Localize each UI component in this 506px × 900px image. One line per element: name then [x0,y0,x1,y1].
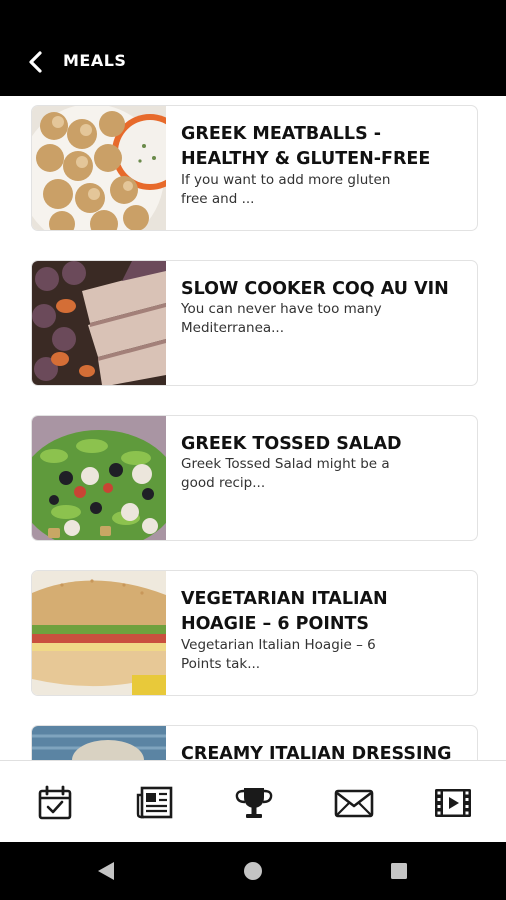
meal-thumbnail [32,571,166,695]
meal-card[interactable]: CREAMY ITALIAN DRESSING [31,725,478,760]
meal-title: CREAMY ITALIAN DRESSING [181,744,452,760]
meal-title: GREEK TOSSED SALAD [181,434,402,454]
system-navigation-bar [0,842,506,900]
home-circle-icon [244,862,262,880]
nav-calendar-button[interactable] [35,783,75,823]
meal-card[interactable]: VEGETARIAN ITALIAN HOAGIE – 6 POINTS Veg… [31,570,478,696]
bottom-navigation [0,760,506,842]
meal-thumbnail [32,261,166,385]
back-button[interactable] [20,44,50,80]
meal-card[interactable]: SLOW COOKER COQ AU VIN You can never hav… [31,260,478,386]
meal-thumbnail [32,726,166,760]
meal-description: If you want to add more gluten free and … [181,172,391,207]
meal-card[interactable]: GREEK TOSSED SALAD Greek Tossed Salad mi… [31,415,478,541]
calendar-check-icon [38,785,72,820]
system-home-button[interactable] [240,858,266,884]
meal-title: SLOW COOKER COQ AU VIN [181,279,449,299]
recents-square-icon [391,863,407,879]
meal-card[interactable]: GREEK MEATBALLS - HEALTHY & GLUTEN-FREE … [31,105,478,231]
envelope-icon [334,789,374,818]
meal-title: VEGETARIAN ITALIAN HOAGIE – 6 POINTS [181,589,388,634]
meal-title: GREEK MEATBALLS - HEALTHY & GLUTEN-FREE [181,124,431,169]
meal-list[interactable]: GREEK MEATBALLS - HEALTHY & GLUTEN-FREE … [0,96,506,760]
app-bar: MEALS [0,0,506,96]
meal-description: You can never have too many Mediterranea… [181,301,382,336]
back-triangle-icon [98,862,114,880]
chevron-left-icon [29,51,42,73]
newspaper-icon [136,786,173,819]
trophy-icon [235,788,273,818]
nav-videos-button[interactable] [433,783,473,823]
nav-news-button[interactable] [135,783,175,823]
meal-description: Greek Tossed Salad might be a good recip… [181,456,390,491]
meal-description: Vegetarian Italian Hoagie – 6 Points tak… [181,637,376,672]
page-title: MEALS [63,51,127,70]
nav-messages-button[interactable] [334,783,374,823]
nav-trophy-button[interactable] [234,783,274,823]
meal-thumbnail [32,106,166,230]
system-back-button[interactable] [93,858,119,884]
film-icon [435,789,471,817]
system-recents-button[interactable] [386,858,412,884]
meal-thumbnail [32,416,166,540]
